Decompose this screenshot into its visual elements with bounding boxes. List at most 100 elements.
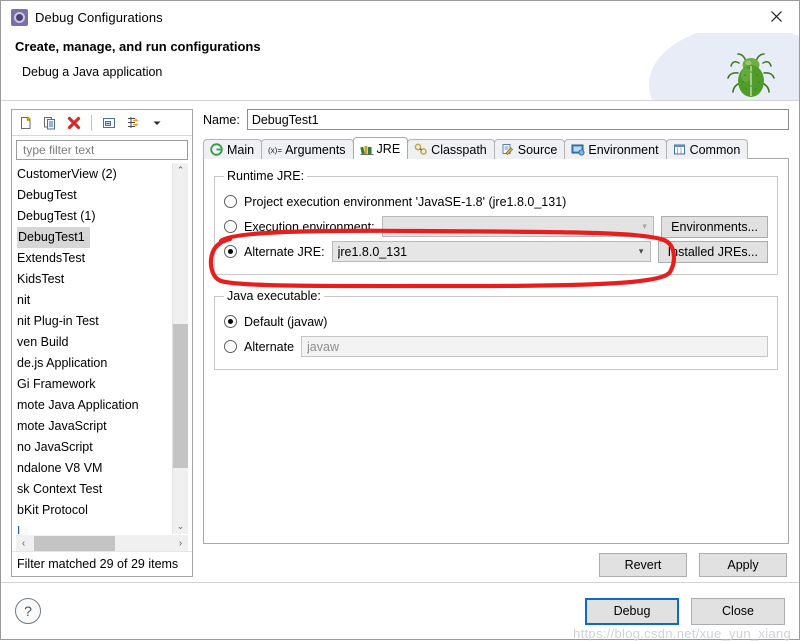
java-executable-alternate-input[interactable] bbox=[301, 336, 768, 357]
filter-icon[interactable] bbox=[122, 112, 144, 133]
list-item-label: mote Java Application bbox=[17, 397, 139, 412]
chevron-down-icon: ▾ bbox=[642, 221, 647, 231]
list-item-label: ExtendsTest bbox=[17, 250, 86, 265]
list-horizontal-scrollbar[interactable]: ‹ › bbox=[16, 535, 188, 551]
alternate-jre-combo[interactable]: jre1.8.0_131 ▾ bbox=[331, 241, 651, 262]
scroll-left-icon[interactable]: ‹ bbox=[16, 536, 31, 551]
list-item-label: sk Context Test bbox=[17, 481, 103, 496]
java-executable-default-row[interactable]: Default (javaw) bbox=[224, 310, 768, 333]
project-execution-environment-label: Project execution environment 'JavaSE-1.… bbox=[244, 194, 567, 209]
execution-environment-radio[interactable] bbox=[224, 220, 237, 233]
list-item[interactable]: no JavaScript bbox=[16, 437, 172, 458]
list-item[interactable]: sk Context Test bbox=[16, 479, 172, 500]
java-executable-alternate-label: Alternate bbox=[244, 339, 295, 354]
dialog-footer: ? Debug Close https://blog.csdn.net/xue_… bbox=[1, 582, 799, 641]
name-input[interactable] bbox=[246, 109, 789, 130]
scroll-down-icon[interactable]: ⌄ bbox=[173, 519, 188, 534]
java-executable-default-radio[interactable] bbox=[224, 315, 237, 328]
collapse-all-icon[interactable] bbox=[98, 112, 120, 133]
runtime-jre-group: Runtime JRE: Project execution environme… bbox=[214, 169, 778, 275]
revert-button[interactable]: Revert bbox=[599, 553, 687, 577]
scroll-up-icon[interactable]: ⌃ bbox=[173, 163, 188, 178]
list-item-label: ndalone V8 VM bbox=[17, 460, 103, 475]
list-item[interactable]: mote Java Application bbox=[16, 395, 172, 416]
tab-classpath[interactable]: Classpath bbox=[407, 139, 495, 159]
tab-main[interactable]: Main bbox=[203, 139, 263, 159]
window-title: Debug Configurations bbox=[35, 9, 163, 25]
tab-label: Arguments bbox=[285, 142, 346, 157]
source-tab-icon bbox=[501, 143, 514, 156]
apply-button[interactable]: Apply bbox=[699, 553, 787, 577]
list-item-label: ven Build bbox=[17, 334, 69, 349]
list-item[interactable]: L bbox=[16, 521, 172, 534]
tab-environment[interactable]: Environment bbox=[564, 139, 667, 159]
list-item-label: L bbox=[17, 523, 24, 534]
environments-button[interactable]: Environments... bbox=[661, 215, 768, 238]
list-item[interactable]: nit bbox=[16, 290, 172, 311]
vertical-scroll-thumb[interactable] bbox=[173, 324, 188, 468]
list-item: CustomerView (2) bbox=[16, 164, 172, 185]
list-item-label: nit bbox=[17, 292, 31, 307]
configuration-editor: Name: Main (x)= bbox=[203, 109, 789, 577]
list-item[interactable]: ExtendsTest bbox=[16, 248, 172, 269]
tab-jre[interactable]: JRE bbox=[352, 137, 409, 159]
list-item-label: bKit Protocol bbox=[17, 502, 88, 517]
list-item[interactable]: ndalone V8 VM bbox=[16, 458, 172, 479]
project-execution-environment-radio[interactable] bbox=[224, 195, 237, 208]
name-row: Name: bbox=[203, 109, 789, 130]
configurations-list[interactable]: CustomerView (2) DebugTest DebugTest (1)… bbox=[16, 162, 172, 534]
common-tab-icon bbox=[673, 143, 686, 156]
execution-environment-row[interactable]: Execution environment: ▾ Environments... bbox=[224, 215, 768, 238]
alternate-jre-radio[interactable] bbox=[224, 245, 237, 258]
list-item[interactable]: de.js Application bbox=[16, 353, 172, 374]
java-executable-alternate-row[interactable]: Alternate bbox=[224, 335, 768, 358]
project-execution-environment-row[interactable]: Project execution environment 'JavaSE-1.… bbox=[224, 190, 768, 213]
list-item[interactable]: KidsTest bbox=[16, 269, 172, 290]
configurations-list-wrap: CustomerView (2) DebugTest DebugTest (1)… bbox=[16, 162, 188, 534]
execution-environment-combo[interactable]: ▾ bbox=[381, 216, 655, 237]
list-item-label: de.js Application bbox=[17, 355, 108, 370]
help-icon[interactable]: ? bbox=[15, 598, 41, 624]
list-item: DebugTest (1) bbox=[16, 206, 172, 227]
list-item[interactable]: bKit Protocol bbox=[16, 500, 172, 521]
tab-label: Main bbox=[227, 142, 255, 157]
list-vertical-scrollbar[interactable]: ⌃ ⌄ bbox=[172, 162, 188, 534]
java-executable-group: Java executable: Default (javaw) Alterna… bbox=[214, 289, 778, 370]
list-item[interactable]: ven Build bbox=[16, 332, 172, 353]
alternate-jre-row[interactable]: Alternate JRE: jre1.8.0_131 ▾ Installed … bbox=[224, 240, 768, 263]
arguments-tab-icon: (x)= bbox=[268, 143, 282, 156]
list-item[interactable]: mote JavaScript bbox=[16, 416, 172, 437]
list-item-label: DebugTest (1) bbox=[17, 208, 96, 223]
vertical-scroll-track[interactable] bbox=[173, 178, 188, 519]
debug-configurations-icon bbox=[11, 8, 28, 26]
tab-common[interactable]: Common bbox=[665, 139, 749, 159]
delete-configuration-icon[interactable] bbox=[63, 112, 85, 133]
java-executable-alternate-radio[interactable] bbox=[224, 340, 237, 353]
chevron-down-icon[interactable] bbox=[146, 112, 168, 133]
scroll-right-icon[interactable]: › bbox=[173, 536, 188, 551]
list-item-selected[interactable]: DebugTest1 bbox=[16, 226, 172, 248]
duplicate-configuration-icon[interactable] bbox=[39, 112, 61, 133]
close-button[interactable]: Close bbox=[691, 597, 785, 625]
tab-source[interactable]: Source bbox=[493, 139, 566, 159]
list-item-label: Gi Framework bbox=[17, 376, 96, 391]
filter-status-text: Filter matched 29 of 29 items bbox=[12, 551, 192, 576]
horizontal-scroll-thumb[interactable] bbox=[33, 535, 115, 551]
list-item-label: mote JavaScript bbox=[17, 418, 107, 433]
java-executable-legend: Java executable: bbox=[227, 289, 321, 303]
new-configuration-icon[interactable] bbox=[15, 112, 37, 133]
filter-text-box[interactable] bbox=[16, 140, 188, 160]
tab-label: Source bbox=[517, 142, 558, 157]
list-item[interactable]: nit Plug-in Test bbox=[16, 311, 172, 332]
close-window-button[interactable] bbox=[753, 1, 799, 32]
alternate-jre-combo-value: jre1.8.0_131 bbox=[337, 244, 408, 259]
tab-arguments[interactable]: (x)= Arguments bbox=[261, 139, 354, 159]
filter-input[interactable] bbox=[21, 141, 183, 158]
tab-label: Common bbox=[689, 142, 741, 157]
horizontal-scroll-track[interactable] bbox=[31, 535, 173, 551]
name-label: Name: bbox=[203, 112, 240, 127]
tab-bar: Main (x)= Arguments JRE Classpath Source… bbox=[203, 137, 789, 159]
debug-button[interactable]: Debug bbox=[585, 597, 679, 625]
list-item[interactable]: Gi Framework bbox=[16, 374, 172, 395]
installed-jres-button[interactable]: Installed JREs... bbox=[657, 240, 768, 263]
